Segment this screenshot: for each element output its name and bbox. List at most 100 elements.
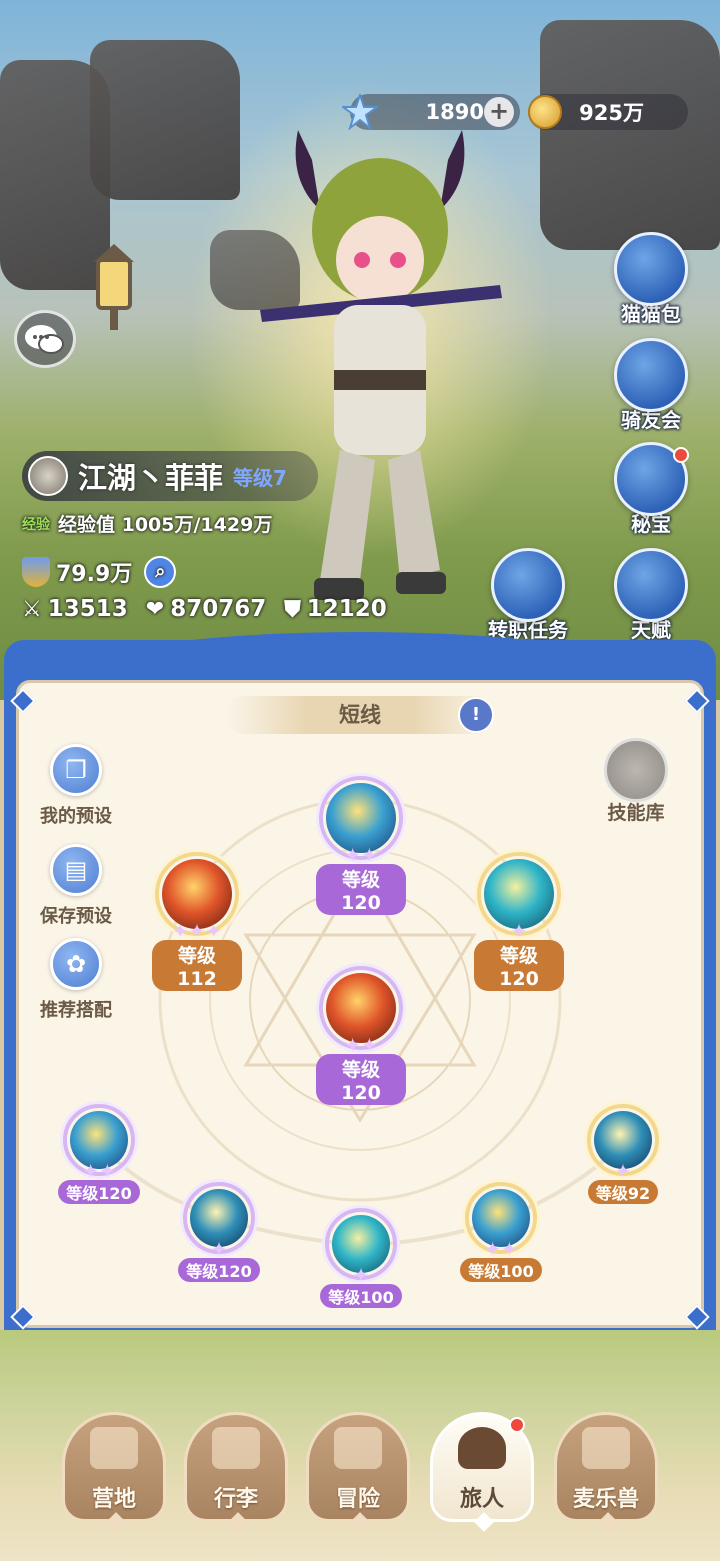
skill-stars: ✦✦ <box>484 1237 518 1261</box>
horse-icon <box>614 338 688 412</box>
player-name: 江湖丶菲菲 <box>78 461 224 495</box>
skill-slot[interactable]: ✦✦✦ 等级112 <box>152 852 242 991</box>
skill-stars: ✦✦ <box>344 1033 378 1057</box>
preset-icon: ❐ <box>50 744 102 796</box>
nav-pets[interactable]: 麦乐兽 <box>554 1412 658 1532</box>
skill-slot[interactable]: ✦✦ 等级120 <box>316 776 406 915</box>
skill-level-badge: 等级120 <box>474 940 564 991</box>
add-gems-button[interactable]: + <box>484 97 514 127</box>
chat-button[interactable] <box>14 310 76 368</box>
gem-amount: 1890 <box>425 100 484 124</box>
talent-icon <box>614 548 688 622</box>
nav-pets-label: 麦乐兽 <box>572 1487 639 1512</box>
tab-short-range[interactable]: 短线 <box>226 696 494 734</box>
skill-library-label: 技能库 <box>607 802 665 824</box>
rock-decoration <box>540 20 720 250</box>
hero-character[interactable] <box>250 110 510 630</box>
skill-stars: ✦✦ <box>82 1159 116 1183</box>
save-preset-label: 保存预设 <box>40 906 112 927</box>
talent-button[interactable]: 天赋 <box>605 548 697 643</box>
hp-stat: ❤ 870767 <box>146 596 266 622</box>
skill-slot[interactable]: ✦✦ 等级120 <box>316 966 406 1105</box>
defense-value: 12120 <box>306 596 387 622</box>
save-preset-button[interactable]: ▤ 保存预设 <box>30 844 122 928</box>
skill-level-badge: 等级120 <box>316 1054 406 1105</box>
panel-arch <box>74 632 646 682</box>
lantern-icon <box>94 244 134 330</box>
traveler-icon <box>458 1427 506 1469</box>
nav-traveler-label: 旅人 <box>459 1487 504 1512</box>
swords-icon: ⚔ <box>22 596 42 622</box>
star-gem-icon <box>342 94 378 130</box>
recommend-icon: ✿ <box>50 938 102 990</box>
nav-camp-label: 营地 <box>91 1487 136 1512</box>
experience-row: 经验 经验值 1005万/1429万 <box>22 510 272 537</box>
skill-level-badge: 等级92 <box>587 1180 659 1204</box>
skill-stars: ✦✦ <box>344 843 378 867</box>
skill-stars: ✦ <box>210 1237 228 1261</box>
defense-stat: ⛊ 12120 <box>284 596 387 622</box>
camp-icon <box>90 1427 138 1469</box>
stats-row: ⚔ 13513 ❤ 870767 ⛊ 12120 <box>22 596 387 622</box>
recommend-label: 推荐搭配 <box>40 1000 112 1021</box>
gold-coin-icon <box>528 95 562 129</box>
class-emblem-icon <box>28 456 68 496</box>
nav-adventure-label: 冒险 <box>335 1487 380 1512</box>
nav-traveler[interactable]: 旅人 <box>430 1412 534 1532</box>
combat-power-row: 79.9万 ⌕ <box>22 556 177 588</box>
attack-stat: ⚔ 13513 <box>22 596 128 622</box>
skill-slot[interactable]: ✦ 等级100 <box>318 1208 404 1308</box>
cat-bag-button[interactable]: 猫猫包 <box>605 232 697 327</box>
exp-tag: 经验 <box>22 516 50 533</box>
class-change-quest-button[interactable]: 转职任务 <box>480 548 576 643</box>
book-icon: ! <box>471 704 481 725</box>
skill-level-badge: 等级120 <box>178 1258 260 1282</box>
nav-camp[interactable]: 营地 <box>62 1412 166 1532</box>
skill-slot[interactable]: ✦✦ 等级100 <box>458 1182 544 1282</box>
power-badge-icon <box>22 557 50 587</box>
skill-stars: ✦ <box>614 1159 632 1183</box>
hp-value: 870767 <box>170 596 267 622</box>
shield-icon: ⛊ <box>284 596 301 622</box>
skill-level-badge: 等级120 <box>58 1180 140 1204</box>
skill-level-badge: 等级100 <box>460 1258 542 1282</box>
combat-power: 79.9万 <box>56 562 133 587</box>
swords-icon <box>334 1427 382 1469</box>
rider-club-button[interactable]: 骑友会 <box>605 338 697 433</box>
player-level: 等级7 <box>233 465 287 490</box>
rock-decoration <box>90 40 240 200</box>
skill-library-button[interactable]: 技能库 <box>596 738 676 825</box>
nav-luggage-label: 行李 <box>213 1487 258 1512</box>
heart-icon: ❤ <box>145 596 165 622</box>
player-nameplate[interactable]: 江湖丶菲菲 等级7 <box>22 451 318 501</box>
skill-slot[interactable]: ✦ 等级92 <box>582 1104 664 1204</box>
luggage-icon <box>212 1427 260 1469</box>
skill-level-badge: 等级120 <box>316 864 406 915</box>
cat-bag-icon <box>614 232 688 306</box>
skill-stars: ✦✦✦ <box>171 919 223 943</box>
skill-slot[interactable]: ✦ 等级120 <box>176 1182 262 1282</box>
notification-dot <box>509 1417 525 1433</box>
attack-value: 13513 <box>47 596 128 622</box>
skill-level-badge: 等级100 <box>320 1284 402 1308</box>
my-preset-label: 我的预设 <box>40 806 112 827</box>
skill-book-button[interactable]: ! <box>458 697 494 733</box>
recommend-build-button[interactable]: ✿ 推荐搭配 <box>30 938 122 1022</box>
treasure-icon <box>614 442 689 516</box>
moon-icon <box>604 738 668 802</box>
exp-text: 经验值 1005万/1429万 <box>58 514 273 536</box>
power-detail-button[interactable]: ⌕ <box>144 556 177 588</box>
notification-dot <box>673 447 689 463</box>
skill-stars: ✦ <box>510 919 528 943</box>
search-icon: ⌕ <box>155 561 166 582</box>
my-preset-button[interactable]: ❐ 我的预设 <box>30 744 122 828</box>
pet-icon <box>582 1427 630 1469</box>
nav-luggage[interactable]: 行李 <box>184 1412 288 1532</box>
skill-level-badge: 等级112 <box>152 940 242 991</box>
skill-slot[interactable]: ✦✦ 等级120 <box>58 1104 140 1204</box>
save-icon: ▤ <box>50 844 102 896</box>
skill-stars: ✦ <box>352 1263 370 1287</box>
skill-slot[interactable]: ✦ 等级120 <box>474 852 564 991</box>
nav-adventure[interactable]: 冒险 <box>306 1412 410 1532</box>
treasure-button[interactable]: 秘宝 <box>605 442 697 537</box>
